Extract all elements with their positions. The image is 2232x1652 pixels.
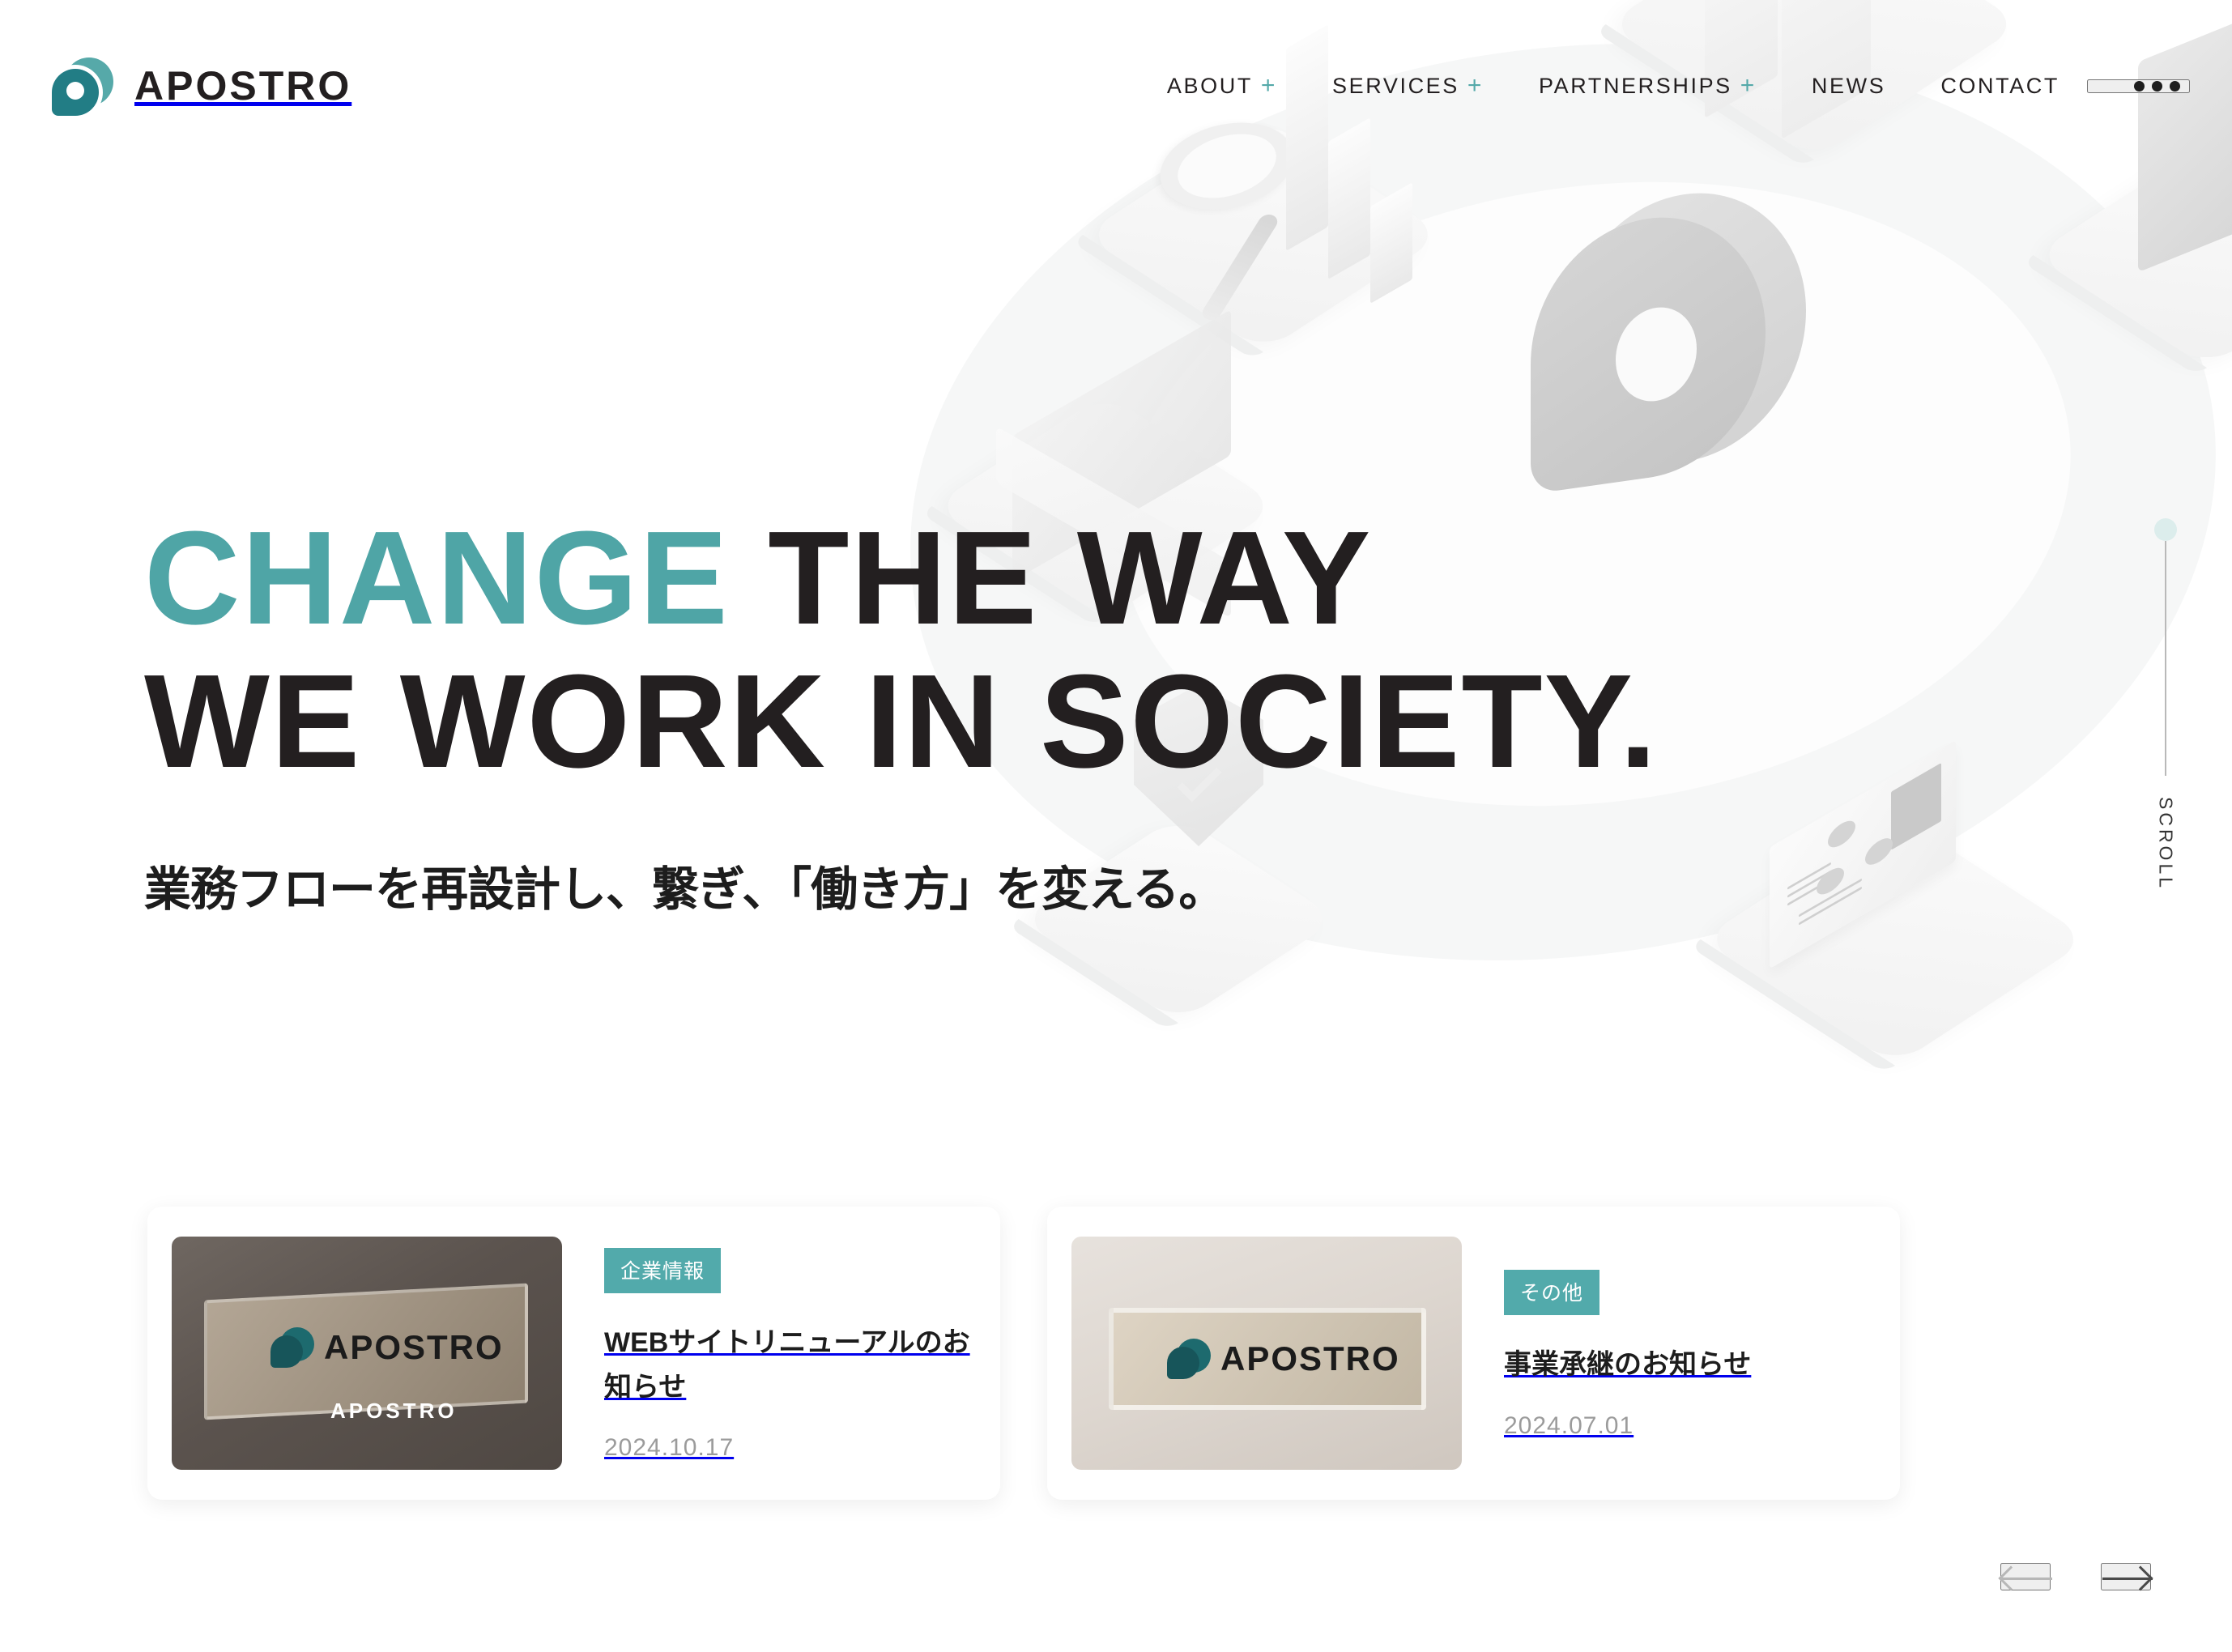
logo-3d-mark xyxy=(1531,177,1806,495)
hero-headline-accent: CHANGE xyxy=(144,504,730,652)
nav-item-about[interactable]: ABOUT + xyxy=(1139,74,1305,99)
hero-copy: CHANGE THE WAY WE WORK IN SOCIETY. 業務フロー… xyxy=(144,506,1658,919)
news-tag-badge: 企業情報 xyxy=(604,1247,722,1293)
nav-item-partnerships[interactable]: PARTNERSHIPS + xyxy=(1511,74,1784,99)
arrow-left-icon[interactable] xyxy=(1998,1563,2052,1591)
thumbnail-logo: APOSTRO xyxy=(270,1326,504,1369)
arrow-right-icon[interactable] xyxy=(2101,1563,2153,1591)
ellipsis-menu-icon[interactable] xyxy=(2087,79,2190,93)
scroll-indicator[interactable]: SCROLL xyxy=(2154,518,2177,891)
news-thumbnail: APOSTRO APOSTRO xyxy=(172,1237,562,1470)
logo-3d-back xyxy=(1563,177,1806,479)
news-card-date: 2024.10.17 xyxy=(604,1434,735,1462)
thumbnail-logo-word: APOSTRO xyxy=(324,1328,504,1366)
site-logo[interactable]: APOSTRO xyxy=(50,54,351,117)
logo-3d-hole xyxy=(1616,301,1697,407)
nav-label-news: NEWS xyxy=(1811,73,1886,98)
homepage-root: APOSTRO ABOUT + SERVICES + PARTNERSHIPS … xyxy=(0,0,2232,1652)
iso-tile-monitor xyxy=(2033,142,2232,368)
news-card-date: 2024.07.01 xyxy=(1504,1411,1634,1439)
thumbnail-logo: APOSTRO xyxy=(1167,1337,1400,1381)
hero-headline-line2: WE WORK IN SOCIETY. xyxy=(144,647,1659,796)
network-node-2 xyxy=(1817,862,1844,900)
main-navigation: ABOUT + SERVICES + PARTNERSHIPS + NEWS C… xyxy=(1139,74,2232,99)
thumbnail-caption: APOSTRO xyxy=(330,1399,458,1423)
network-node-1 xyxy=(1828,815,1855,853)
news-card-title: WEBサイトリニューアルのお知らせ xyxy=(604,1326,970,1403)
news-card-body: 企業情報 WEBサイトリニューアルのお知らせ 2024.10.17 xyxy=(562,1245,976,1462)
iso-tile-document xyxy=(1700,813,2090,1066)
news-tag-badge: その他 xyxy=(1504,1270,1600,1316)
thumbnail-logo-word: APOSTRO xyxy=(1220,1339,1400,1377)
plus-icon-about: + xyxy=(1260,72,1278,99)
nav-item-contact[interactable]: CONTACT xyxy=(1913,74,2087,99)
hero-headline-line1: CHANGE THE WAY xyxy=(144,506,1658,649)
news-card[interactable]: APOSTRO APOSTRO 企業情報 WEBサイトリニューアルのお知らせ 2… xyxy=(147,1207,1000,1500)
nav-label-about: ABOUT xyxy=(1166,73,1253,98)
nav-label-partnerships: PARTNERSHIPS xyxy=(1539,73,1732,98)
hero-headline-rest: THE WAY xyxy=(729,504,1373,652)
nav-item-news[interactable]: NEWS xyxy=(1784,74,1913,99)
plus-icon-services: + xyxy=(1467,72,1484,99)
bar-chart-bar-3 xyxy=(1370,181,1412,304)
logo-3d-front xyxy=(1531,202,1766,495)
plus-icon-partnerships: + xyxy=(1740,72,1757,99)
news-card-title: 事業承継のお知らせ xyxy=(1504,1349,1752,1381)
apostro-logo-mark-icon xyxy=(50,54,113,117)
document-card-icon xyxy=(1770,739,1956,969)
scroll-dot-icon xyxy=(2154,518,2177,541)
news-card-body: その他 事業承継のお知らせ 2024.07.01 xyxy=(1462,1267,1751,1439)
site-header: APOSTRO ABOUT + SERVICES + PARTNERSHIPS … xyxy=(0,0,2232,172)
brand-name: APOSTRO xyxy=(134,63,352,109)
nav-label-contact: CONTACT xyxy=(1940,73,2059,98)
nav-label-services: SERVICES xyxy=(1332,73,1459,98)
news-card[interactable]: APOSTRO その他 事業承継のお知らせ 2024.07.01 xyxy=(1047,1207,1900,1500)
hero-subheadline: 業務フローを再設計し、繋ぎ、「働き方」を変える。 xyxy=(144,863,1225,917)
carousel-navigation xyxy=(1998,1563,2153,1591)
news-thumbnail: APOSTRO xyxy=(1071,1237,1462,1470)
nav-item-services[interactable]: SERVICES + xyxy=(1305,74,1511,99)
magnifier-handle-icon xyxy=(1199,211,1281,323)
scroll-label: SCROLL xyxy=(2155,797,2177,892)
scroll-line xyxy=(2165,541,2166,776)
network-node-3 xyxy=(1865,832,1893,871)
news-carousel: APOSTRO APOSTRO 企業情報 WEBサイトリニューアルのお知らせ 2… xyxy=(147,1207,1900,1500)
